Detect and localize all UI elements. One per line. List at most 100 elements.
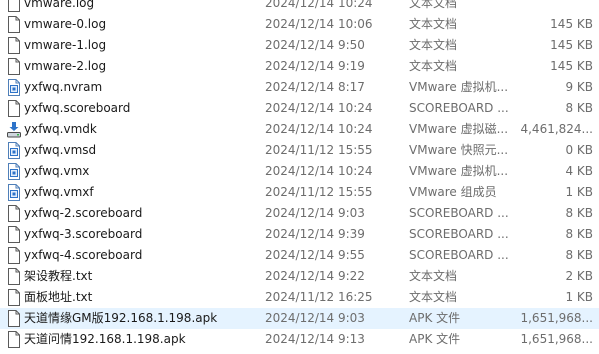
file-row[interactable]: vmware.log 2024/12/14 10:24 文本文档 [0,0,599,14]
file-size: 1 KB [565,185,593,199]
file-date: 2024/12/14 8:17 [265,80,365,94]
file-date: 2024/12/14 10:24 [265,122,373,136]
file-date: 2024/12/14 9:13 [265,332,365,346]
file-type: APK 文件 [409,311,461,325]
file-type: 文本文档 [409,290,458,304]
file-row[interactable]: vmware-2.log 2024/12/14 9:19 文本文档 145 KB [0,56,599,77]
file-size: 8 KB [565,248,593,262]
file-row[interactable]: 天道问情192.168.1.198.apk 2024/12/14 9:13 AP… [0,329,599,350]
file-name: yxfwq.vmsd [24,143,97,157]
file-row[interactable]: yxfwq.scoreboard 2024/12/14 10:24 SCOREB… [0,98,599,119]
blank-file-icon [6,226,22,243]
file-date: 2024/12/14 9:50 [265,38,365,52]
file-row[interactable]: yxfwq-2.scoreboard 2024/12/14 9:03 SCORE… [0,203,599,224]
file-name: vmware.log [24,0,95,10]
file-name: vmware-0.log [24,17,107,31]
text-file-icon [6,289,22,306]
file-row[interactable]: 架设教程.txt 2024/12/14 9:22 文本文档 2 KB [0,266,599,287]
apk-file-icon [6,331,22,348]
file-row[interactable]: yxfwq.vmdk 2024/12/14 10:24 VMware 虚拟磁..… [0,119,599,140]
text-file-icon [6,58,22,75]
file-type: 文本文档 [409,59,458,73]
file-row[interactable]: yxfwq.nvram 2024/12/14 8:17 VMware 虚拟机..… [0,77,599,98]
file-row[interactable]: 面板地址.txt 2024/11/12 16:25 文本文档 1 KB [0,287,599,308]
file-size: 1,651,968... [520,311,593,325]
file-type: APK 文件 [409,332,461,346]
file-date: 2024/11/12 15:55 [265,185,373,199]
file-size: 145 KB [550,17,593,31]
file-type: 文本文档 [409,38,458,52]
file-date: 2024/11/12 16:25 [265,290,373,304]
apk-file-icon [6,310,22,327]
text-file-icon [6,0,22,12]
file-row[interactable]: vmware-0.log 2024/12/14 10:06 文本文档 145 K… [0,14,599,35]
file-size: 0 KB [565,143,593,157]
blank-file-icon [6,205,22,222]
file-type: VMware 组成员 [409,185,497,199]
file-row[interactable]: yxfwq.vmxf 2024/11/12 15:55 VMware 组成员 1… [0,182,599,203]
file-row[interactable]: vmware-1.log 2024/12/14 9:50 文本文档 145 KB [0,35,599,56]
file-size: 1 KB [565,290,593,304]
text-file-icon [6,37,22,54]
file-date: 2024/12/14 9:39 [265,227,365,241]
file-list: vmware.log 2024/12/14 10:24 文本文档 vmware-… [0,0,599,350]
file-type: 文本文档 [409,17,458,31]
file-name: yxfwq-4.scoreboard [24,248,143,262]
file-row[interactable]: yxfwq.vmsd 2024/11/12 15:55 VMware 快照元..… [0,140,599,161]
blank-file-icon [6,247,22,264]
file-date: 2024/11/12 15:55 [265,143,373,157]
file-size: 8 KB [565,101,593,115]
file-name: yxfwq.vmdk [24,122,97,136]
file-type: SCOREBOARD ... [409,101,509,115]
file-type: VMware 虚拟机... [409,80,509,94]
file-name: 天道问情192.168.1.198.apk [24,332,186,346]
file-type: 文本文档 [409,269,458,283]
file-row[interactable]: yxfwq-4.scoreboard 2024/12/14 9:55 SCORE… [0,245,599,266]
file-name: yxfwq.vmxf [24,185,94,199]
file-name: vmware-2.log [24,59,107,73]
file-date: 2024/12/14 10:24 [265,0,373,10]
file-name: yxfwq-2.scoreboard [24,206,143,220]
file-row[interactable]: 天道情缘GM版192.168.1.198.apk 2024/12/14 9:03… [0,308,599,329]
text-file-icon [6,268,22,285]
file-name: yxfwq.vmx [24,164,90,178]
file-size: 2 KB [565,269,593,283]
file-date: 2024/12/14 9:03 [265,311,365,325]
file-name: vmware-1.log [24,38,107,52]
file-size: 8 KB [565,227,593,241]
file-date: 2024/12/14 9:22 [265,269,365,283]
file-date: 2024/12/14 10:24 [265,164,373,178]
file-name: 架设教程.txt [24,269,93,283]
blank-file-icon [6,100,22,117]
file-name: 天道情缘GM版192.168.1.198.apk [24,311,218,325]
file-name: yxfwq-3.scoreboard [24,227,143,241]
file-size: 1,651,968... [520,332,593,346]
file-type: VMware 虚拟机... [409,164,509,178]
file-size: 145 KB [550,38,593,52]
file-type: VMware 虚拟磁... [409,122,509,136]
file-date: 2024/12/14 9:55 [265,248,365,262]
file-type: SCOREBOARD ... [409,248,509,262]
file-date: 2024/12/14 9:03 [265,206,365,220]
file-name: yxfwq.nvram [24,80,103,94]
vmware-file-icon [6,142,22,159]
file-name: 面板地址.txt [24,290,93,304]
file-date: 2024/12/14 10:24 [265,101,373,115]
text-file-icon [6,16,22,33]
file-type: VMware 快照元... [409,143,509,157]
vmware-file-icon [6,163,22,180]
file-type: SCOREBOARD ... [409,227,509,241]
file-date: 2024/12/14 10:06 [265,17,373,31]
file-row[interactable]: yxfwq.vmx 2024/12/14 10:24 VMware 虚拟机...… [0,161,599,182]
file-type: 文本文档 [409,0,458,10]
file-size: 9 KB [565,80,593,94]
file-size: 4,461,824... [520,122,593,136]
file-type: SCOREBOARD ... [409,206,509,220]
vmware-file-icon [6,79,22,96]
file-size: 4 KB [565,164,593,178]
file-size: 145 KB [550,59,593,73]
file-date: 2024/12/14 9:19 [265,59,365,73]
file-row[interactable]: yxfwq-3.scoreboard 2024/12/14 9:39 SCORE… [0,224,599,245]
vmware-file-icon [6,184,22,201]
vmdk-disk-icon [6,121,22,138]
